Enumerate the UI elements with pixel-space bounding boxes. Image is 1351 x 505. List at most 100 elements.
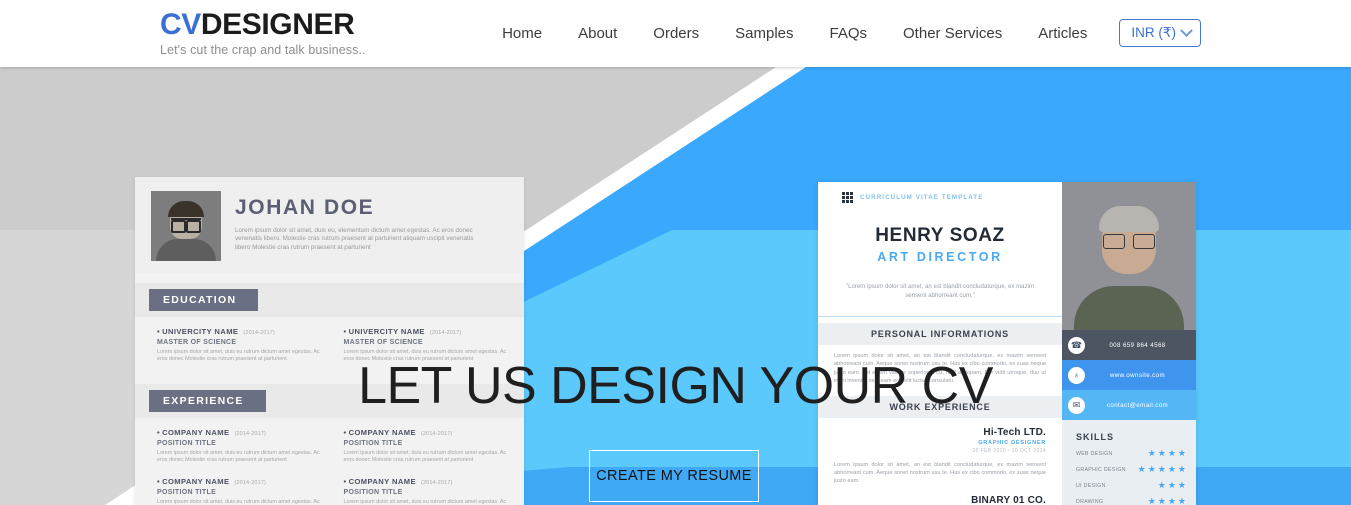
skill-row: DRAWING ★ ★ ★ ★ bbox=[1062, 497, 1196, 505]
nav-item-home[interactable]: Home bbox=[484, 21, 560, 46]
experience-position: POSITION TITLE bbox=[343, 439, 403, 447]
work-company: BINARY 01 CO. bbox=[971, 494, 1046, 505]
brand-title: CVDESIGNER bbox=[160, 8, 366, 42]
skills-section: SKILLS WEB DESIGN ★ ★ ★ ★ GRAPHIC DESIGN ★ ★… bbox=[1062, 420, 1196, 505]
star-icon: ★ bbox=[1157, 496, 1166, 505]
resume-left-header: JOHAN DOE Lorem ipsum dolor sit amet, du… bbox=[135, 177, 524, 273]
create-my-resume-button[interactable]: CREATE MY RESUME bbox=[589, 450, 759, 502]
page-title: LET US DESIGN YOUR CV bbox=[358, 357, 993, 415]
experience-company: COMPANY NAME bbox=[348, 427, 416, 437]
nav-item-faqs[interactable]: FAQs bbox=[812, 21, 886, 46]
resume-left-name: JOHAN DOE bbox=[235, 196, 375, 219]
main-navigation: Home About Orders Samples FAQs Other Ser… bbox=[484, 19, 1201, 47]
section-title-skills: SKILLS bbox=[1076, 432, 1115, 442]
nav-item-about[interactable]: About bbox=[560, 21, 635, 46]
work-entry: BINARY 01 CO. GRAPHIC DESIGNER 20 FEB 20… bbox=[818, 495, 1062, 505]
skill-rating-stars: ★ ★ ★ ★ bbox=[1148, 449, 1186, 458]
page-root: CVDESIGNER Let's cut the crap and talk b… bbox=[0, 0, 1351, 505]
star-icon: ★ bbox=[1157, 480, 1166, 490]
skill-name: UI DESIGN bbox=[1076, 482, 1106, 489]
star-icon: ★ bbox=[1157, 448, 1166, 458]
experience-entry: • COMPANY NAME (2014-2017) POSITION TITLE … bbox=[157, 427, 320, 464]
experience-position: POSITION TITLE bbox=[157, 488, 217, 496]
education-date: (2014-2017) bbox=[243, 330, 275, 336]
phone-icon: ☎ bbox=[1068, 336, 1085, 354]
star-icon: ★ bbox=[1167, 480, 1176, 490]
work-entry: Hi-Tech LTD. GRAPHIC DESIGNER 20 FEB 201… bbox=[818, 427, 1062, 454]
experience-date: (2014-2017) bbox=[234, 430, 267, 437]
education-org: UNIVERCITY NAME bbox=[162, 327, 239, 336]
avatar-photo-henry bbox=[1062, 182, 1196, 330]
contact-phone[interactable]: ☎ 008 659 864 4568 bbox=[1062, 330, 1196, 360]
experience-column-1: • COMPANY NAME (2014-2017) POSITION TITLE … bbox=[157, 428, 322, 505]
resume-sample-left[interactable]: JOHAN DOE Lorem ipsum dolor sit amet, du… bbox=[135, 177, 524, 505]
template-label-row: CURRICULUM VITAE TEMPLATE bbox=[818, 182, 1062, 203]
experience-company: COMPANY NAME bbox=[162, 476, 230, 486]
brand-cv-text: CV bbox=[160, 8, 201, 41]
star-icon: ★ bbox=[1147, 496, 1156, 505]
chevron-down-icon bbox=[1180, 23, 1193, 37]
education-org: UNIVERCITY NAME bbox=[348, 327, 425, 336]
star-icon: ★ bbox=[1177, 448, 1186, 458]
experience-entry: • COMPANY NAME (2014-2017) POSITION TITLE … bbox=[157, 477, 322, 505]
skill-name: WEB DESIGN bbox=[1076, 450, 1113, 457]
work-body: Lorem ipsum dolor sit amet, an est bland… bbox=[834, 461, 1046, 485]
experience-body: Lorem ipsum dolor sit amet, duis eu rutr… bbox=[157, 498, 320, 505]
education-degree: MASTER OF SCIENCE bbox=[343, 339, 423, 346]
skill-rating-stars: ★ ★ ★ ★ ★ bbox=[1138, 465, 1186, 474]
resume-left-summary: Lorem ipsum dolor sit amet, duis eu, ele… bbox=[235, 227, 474, 251]
avatar-photo-johan bbox=[151, 191, 221, 261]
experience-body: Lorem ipsum dolor sit amet, duis eu rutr… bbox=[343, 498, 507, 505]
experience-company: COMPANY NAME bbox=[162, 427, 230, 437]
skill-rating-stars: ★ ★ ★ bbox=[1158, 481, 1186, 490]
star-icon: ★ bbox=[1167, 448, 1176, 458]
experience-body: Lorem ipsum dolor sit amet, duis eu rutr… bbox=[157, 449, 320, 464]
education-date: (2014-2017) bbox=[429, 330, 462, 336]
star-icon: ★ bbox=[1177, 480, 1186, 490]
nav-item-samples[interactable]: Samples bbox=[717, 21, 811, 46]
divider bbox=[818, 316, 1062, 317]
section-title-education: EDUCATION bbox=[149, 289, 259, 311]
nav-item-other-services[interactable]: Other Services bbox=[885, 21, 1020, 46]
brand-logo[interactable]: CVDESIGNER Let's cut the crap and talk b… bbox=[160, 8, 366, 57]
section-title-personal-informations: PERSONAL INFORMATIONS bbox=[818, 323, 1062, 345]
brand-designer-text: DESIGNER bbox=[200, 8, 355, 41]
skill-name: DRAWING bbox=[1076, 498, 1104, 505]
experience-date: (2014-2017) bbox=[234, 479, 267, 486]
currency-selector[interactable]: INR (₹) bbox=[1119, 19, 1201, 47]
resume-right-name: HENRY SOAZ bbox=[875, 225, 1005, 246]
template-label: CURRICULUM VITAE TEMPLATE bbox=[860, 194, 984, 201]
section-education: EDUCATION bbox=[135, 283, 524, 317]
star-icon: ★ bbox=[1177, 464, 1186, 474]
skill-row: GRAPHIC DESIGN ★ ★ ★ ★ ★ bbox=[1062, 465, 1196, 474]
experience-entries: • COMPANY NAME (2014-2017) POSITION TITLE … bbox=[135, 418, 524, 505]
work-role: GRAPHIC DESIGNER bbox=[978, 439, 1046, 446]
resume-sample-right[interactable]: CURRICULUM VITAE TEMPLATE HENRY SOAZ ART… bbox=[818, 182, 1196, 505]
work-company: Hi-Tech LTD. bbox=[983, 426, 1046, 438]
skill-row: UI DESIGN ★ ★ ★ bbox=[1062, 481, 1196, 490]
currency-label: INR (₹) bbox=[1131, 25, 1176, 40]
experience-entry: • COMPANY NAME (2014-2017) POSITION TITLE … bbox=[344, 477, 509, 505]
skill-row: WEB DESIGN ★ ★ ★ ★ bbox=[1062, 449, 1196, 458]
experience-entry: • COMPANY NAME (2014-2017) POSITION TITLE … bbox=[343, 427, 507, 464]
experience-date: (2014-2017) bbox=[420, 479, 453, 486]
experience-position: POSITION TITLE bbox=[343, 488, 403, 496]
star-icon: ★ bbox=[1167, 496, 1176, 505]
education-degree: MASTER OF SCIENCE bbox=[157, 339, 237, 346]
resume-right-quote: "Lorem ipsum dolor sit amet, an est blan… bbox=[845, 283, 1035, 299]
star-icon: ★ bbox=[1177, 496, 1186, 505]
resume-right-sidebar: ☎ 008 659 864 4568 ♁ www.ownsite.com ✉ c… bbox=[1062, 182, 1196, 505]
nav-item-orders[interactable]: Orders bbox=[635, 21, 717, 46]
resume-right-role: ART DIRECTOR bbox=[877, 250, 1003, 264]
experience-date: (2014-2017) bbox=[420, 430, 453, 437]
experience-column-2: • COMPANY NAME (2014-2017) POSITION TITLE … bbox=[344, 428, 509, 505]
experience-position: POSITION TITLE bbox=[157, 439, 217, 447]
site-header: CVDESIGNER Let's cut the crap and talk b… bbox=[0, 0, 1351, 67]
star-icon: ★ bbox=[1147, 464, 1156, 474]
grid-icon bbox=[842, 192, 853, 203]
star-icon: ★ bbox=[1147, 448, 1156, 458]
nav-item-articles[interactable]: Articles bbox=[1020, 21, 1105, 46]
brand-tagline: Let's cut the crap and talk business.. bbox=[160, 43, 366, 57]
hero-banner: JOHAN DOE Lorem ipsum dolor sit amet, du… bbox=[0, 67, 1351, 505]
resume-right-main-column: CURRICULUM VITAE TEMPLATE HENRY SOAZ ART… bbox=[818, 182, 1062, 505]
